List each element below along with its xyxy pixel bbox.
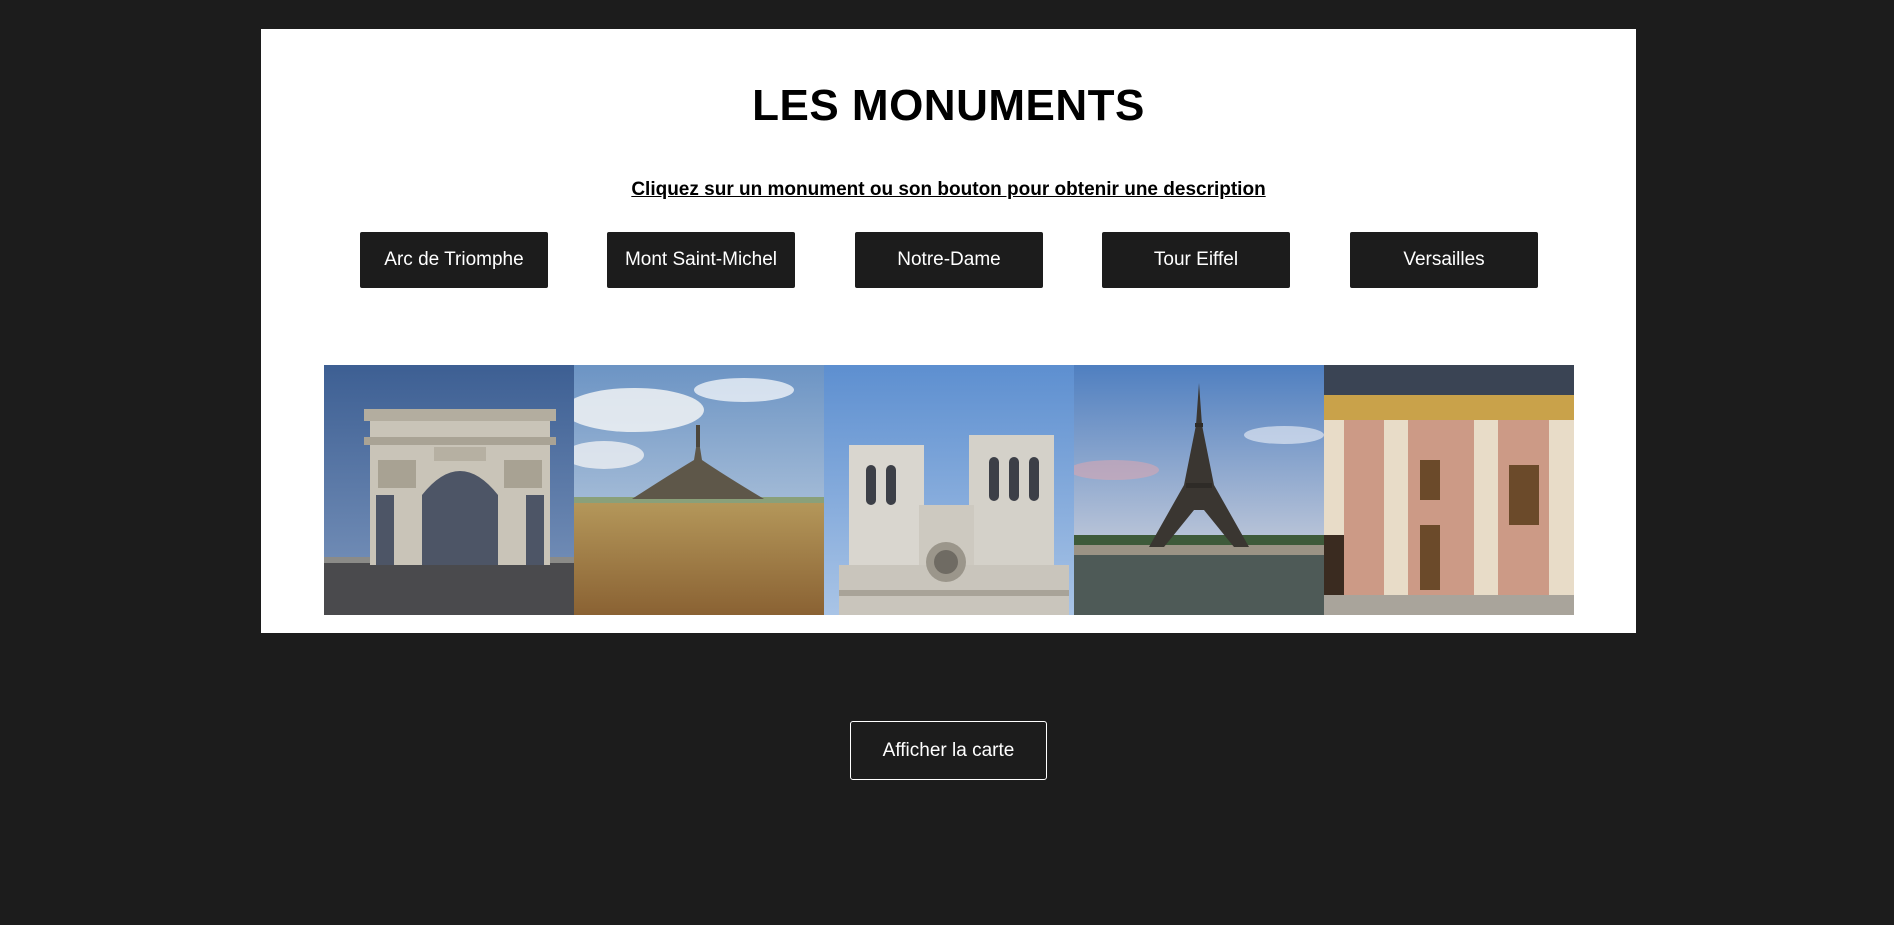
tour-eiffel-button[interactable]: Tour Eiffel: [1102, 232, 1290, 288]
monuments-panel: LES MONUMENTS Cliquez sur un monument ou…: [261, 29, 1636, 633]
mont-saint-michel-image[interactable]: [574, 365, 824, 615]
arc-de-triomphe-button[interactable]: Arc de Triomphe: [360, 232, 548, 288]
show-map-button[interactable]: Afficher la carte: [850, 721, 1047, 780]
versailles-image[interactable]: [1324, 365, 1574, 615]
monument-gallery: [324, 365, 1574, 615]
page-title: LES MONUMENTS: [752, 81, 1145, 130]
versailles-button[interactable]: Versailles: [1350, 232, 1538, 288]
notre-dame-photo: [824, 365, 1074, 615]
tour-eiffel-photo: [1074, 365, 1324, 615]
mont-saint-michel-photo: [574, 365, 824, 615]
mont-saint-michel-button[interactable]: Mont Saint-Michel: [607, 232, 795, 288]
instruction-text: Cliquez sur un monument ou son bouton po…: [631, 179, 1266, 200]
notre-dame-button[interactable]: Notre-Dame: [855, 232, 1043, 288]
notre-dame-image[interactable]: [824, 365, 1074, 615]
monument-button-row: Arc de Triomphe Mont Saint-Michel Notre-…: [261, 232, 1636, 288]
arc-de-triomphe-image[interactable]: [324, 365, 574, 615]
versailles-photo: [1324, 365, 1574, 615]
tour-eiffel-image[interactable]: [1074, 365, 1324, 615]
arc-de-triomphe-photo: [324, 365, 574, 615]
